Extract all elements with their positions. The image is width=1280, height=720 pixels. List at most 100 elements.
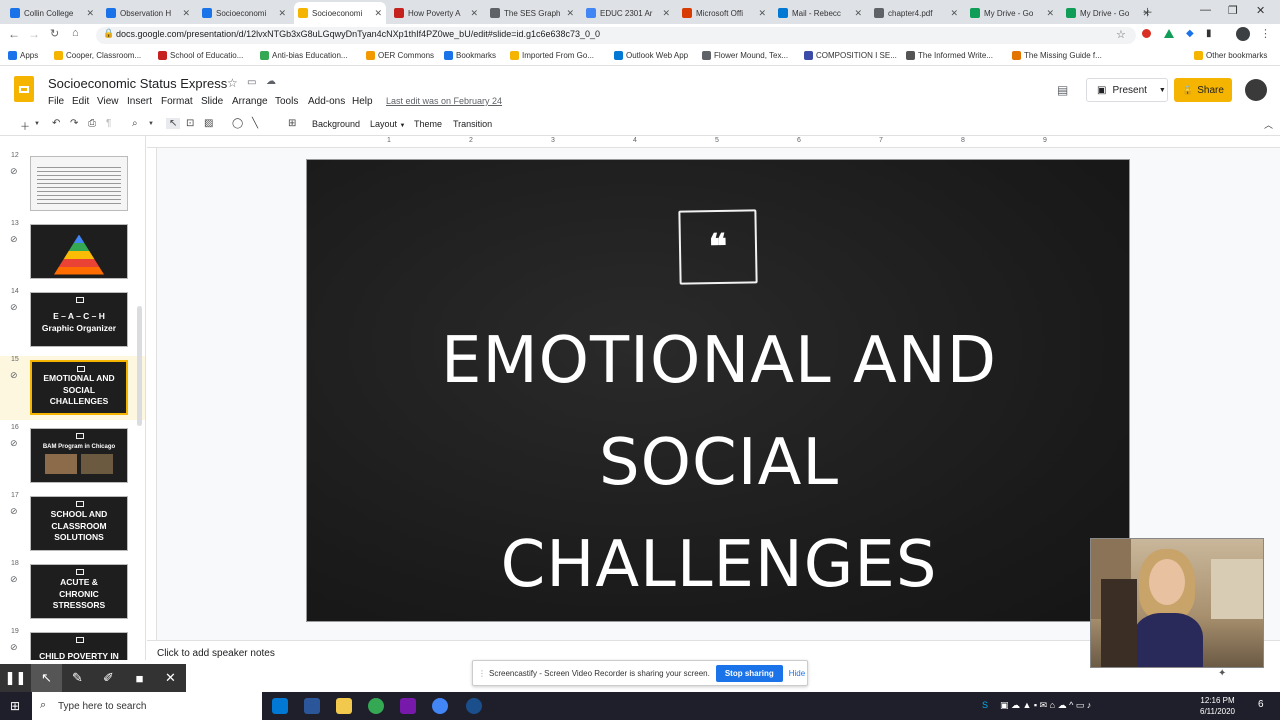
explore-icon[interactable]: ✦	[1218, 668, 1226, 679]
maximize-icon[interactable]: ❐	[1228, 4, 1238, 17]
home-icon[interactable]: ⌂	[72, 27, 79, 39]
quote-icon[interactable]: ❝	[678, 209, 758, 285]
bookmark-item[interactable]: The Missing Guide f...	[1012, 51, 1102, 60]
tab-close-icon[interactable]: ✕	[566, 8, 574, 19]
extension-dark-icon[interactable]: ▮	[1206, 28, 1212, 39]
browser-menu-icon[interactable]: ⋮	[1260, 27, 1271, 40]
comments-icon[interactable]: ▤	[1057, 83, 1068, 97]
slide-thumbnail[interactable]: ACUTE & CHRONIC STRESSORS	[30, 564, 128, 619]
onenote-app-icon[interactable]	[400, 698, 416, 714]
bookmark-item[interactable]: Outlook Web App	[614, 51, 688, 60]
zoom-icon[interactable]: ⌕	[132, 118, 138, 129]
tab-close-icon[interactable]: ✕	[278, 8, 286, 19]
paint-format-icon[interactable]: ¶	[106, 118, 111, 129]
browser-tab[interactable]: Microsoft Offi ✕	[678, 2, 770, 24]
menu-slide[interactable]: Slide	[201, 96, 223, 107]
menu-arrange[interactable]: Arrange	[232, 96, 268, 107]
slide-thumbnail[interactable]: BAM Program in Chicago	[30, 428, 128, 483]
browser-tab[interactable]: Socioeconomi ✕	[198, 2, 290, 24]
menu-add-ons[interactable]: Add-ons	[308, 96, 345, 107]
layout-button[interactable]: Layout ▼	[370, 119, 406, 129]
browser-tab[interactable]: My Drive - Go ✕	[1062, 2, 1154, 24]
chevron-down-icon[interactable]: ▼	[34, 121, 40, 127]
slide-thumbnail[interactable]: CHILD POVERTY IN THE US	[30, 632, 128, 660]
bookmark-item[interactable]: Flower Mound, Tex...	[702, 51, 788, 60]
extension-red-icon[interactable]	[1142, 29, 1151, 38]
slide-thumbnail-row[interactable]: 13 ⊘	[0, 220, 145, 284]
text-box-icon[interactable]: ⊡	[186, 118, 194, 129]
menu-view[interactable]: View	[97, 96, 119, 107]
bookmark-item[interactable]: School of Educatio...	[158, 51, 243, 60]
tab-close-icon[interactable]: ✕	[374, 8, 382, 19]
filmstrip-scrollbar[interactable]	[137, 306, 142, 426]
last-edit-link[interactable]: Last edit was on February 24	[386, 96, 502, 106]
camera-icon[interactable]: ■	[124, 664, 155, 692]
browser-tab[interactable]: EDUC 2301 Ar ✕	[582, 2, 674, 24]
pause-icon[interactable]: ❚❚	[0, 664, 31, 692]
other-bookmarks[interactable]: Other bookmarks	[1194, 51, 1267, 60]
taskbar-search[interactable]: ⌕ Type here to search	[32, 692, 262, 720]
tab-close-icon[interactable]: ✕	[758, 8, 766, 19]
present-button[interactable]: ▣ Present ▼	[1086, 78, 1168, 102]
menu-edit[interactable]: Edit	[72, 96, 89, 107]
slide-thumbnail-row[interactable]: 16 ⊘ BAM Program in Chicago	[0, 424, 145, 488]
file-explorer-icon[interactable]	[336, 698, 352, 714]
browser-tab[interactable]: chapter4.pdf ✕	[870, 2, 962, 24]
reload-icon[interactable]: ↻	[50, 27, 59, 40]
undo-icon[interactable]: ↶	[52, 118, 60, 129]
line-icon[interactable]: ╲	[252, 118, 258, 129]
highlighter-icon[interactable]: ✐	[93, 664, 124, 692]
bookmark-item[interactable]: Bookmarks	[444, 51, 496, 60]
star-bookmark-icon[interactable]: ☆	[1116, 28, 1126, 41]
drive-extension-icon[interactable]	[1164, 29, 1174, 38]
menu-insert[interactable]: Insert	[127, 96, 152, 107]
tab-close-icon[interactable]: ✕	[86, 8, 94, 19]
hide-button[interactable]: Hide	[789, 669, 805, 678]
outlook-app-icon[interactable]	[272, 698, 288, 714]
current-slide[interactable]: ❝ EMOTIONAL AND SOCIAL CHALLENGES	[306, 159, 1130, 622]
chrome-app-icon[interactable]	[368, 698, 384, 714]
shape-icon[interactable]: ◯	[232, 118, 243, 129]
comment-add-icon[interactable]: ⊞	[288, 118, 296, 129]
transition-button[interactable]: Transition	[453, 119, 492, 129]
slides-logo-icon[interactable]	[14, 76, 34, 102]
image-icon[interactable]: ▨	[204, 118, 213, 129]
cursor-icon[interactable]: ↖	[31, 664, 62, 692]
windows-start-icon[interactable]: ⊞	[10, 699, 20, 713]
print-icon[interactable]: ⎙	[88, 118, 96, 129]
chevron-up-icon[interactable]: ︿	[1264, 118, 1273, 131]
menu-file[interactable]: File	[48, 96, 64, 107]
taskbar-clock[interactable]: 12:16 PM 6/11/2020	[1200, 695, 1235, 717]
browser-tab[interactable]: Mail - Rebecc ✕	[774, 2, 866, 24]
slide-thumbnail[interactable]: SCHOOL AND CLASSROOM SOLUTIONS	[30, 496, 128, 551]
tab-close-icon[interactable]: ✕	[950, 8, 958, 19]
browser-tab[interactable]: How Poverty A ✕	[390, 2, 482, 24]
word-app-icon[interactable]	[304, 698, 320, 714]
browser-tab[interactable]: Observation H ✕	[102, 2, 194, 24]
bookmark-item[interactable]: Imported From Go...	[510, 51, 594, 60]
new-slide-icon[interactable]: ＋	[20, 118, 30, 133]
bookmark-item[interactable]: Apps	[8, 51, 38, 60]
slide-thumbnail-row[interactable]: 17 ⊘ SCHOOL AND CLASSROOM SOLUTIONS	[0, 492, 145, 556]
screencastify-app-icon[interactable]	[466, 698, 482, 714]
tray-icons[interactable]: ▣ ☁ ▲ ▪ ✉ ⌂ ☁ ^ ▭ ♪	[1000, 700, 1091, 711]
notification-center-icon[interactable]: 6	[1258, 699, 1264, 710]
bookmark-item[interactable]: Cooper, Classroom...	[54, 51, 141, 60]
drag-handle-icon[interactable]: ⋮	[478, 669, 486, 678]
slide-thumbnail[interactable]: EMOTIONAL AND SOCIAL CHALLENGES	[30, 360, 128, 415]
tab-close-icon[interactable]: ✕	[470, 8, 478, 19]
new-tab-icon[interactable]: ＋	[1142, 4, 1153, 20]
slide-thumbnail-row[interactable]: 18 ⊘ ACUTE & CHRONIC STRESSORS	[0, 560, 145, 624]
slide-thumbnail[interactable]: E – A – C – H Graphic Organizer	[30, 292, 128, 347]
bookmark-item[interactable]: Anti-bias Education...	[260, 51, 348, 60]
browser-tab[interactable]: Collin College ✕	[6, 2, 98, 24]
slide-thumbnail-row[interactable]: 19 ⊘ CHILD POVERTY IN THE US	[0, 628, 145, 660]
move-folder-icon[interactable]: ▭	[247, 77, 256, 88]
tab-close-icon[interactable]: ✕	[1046, 8, 1054, 19]
menu-help[interactable]: Help	[352, 96, 373, 107]
webcam-overlay[interactable]	[1090, 538, 1264, 668]
user-avatar[interactable]	[1245, 79, 1267, 101]
forward-icon[interactable]: →	[28, 27, 40, 41]
menu-tools[interactable]: Tools	[275, 96, 298, 107]
share-button[interactable]: 🔒 Share	[1174, 78, 1232, 102]
